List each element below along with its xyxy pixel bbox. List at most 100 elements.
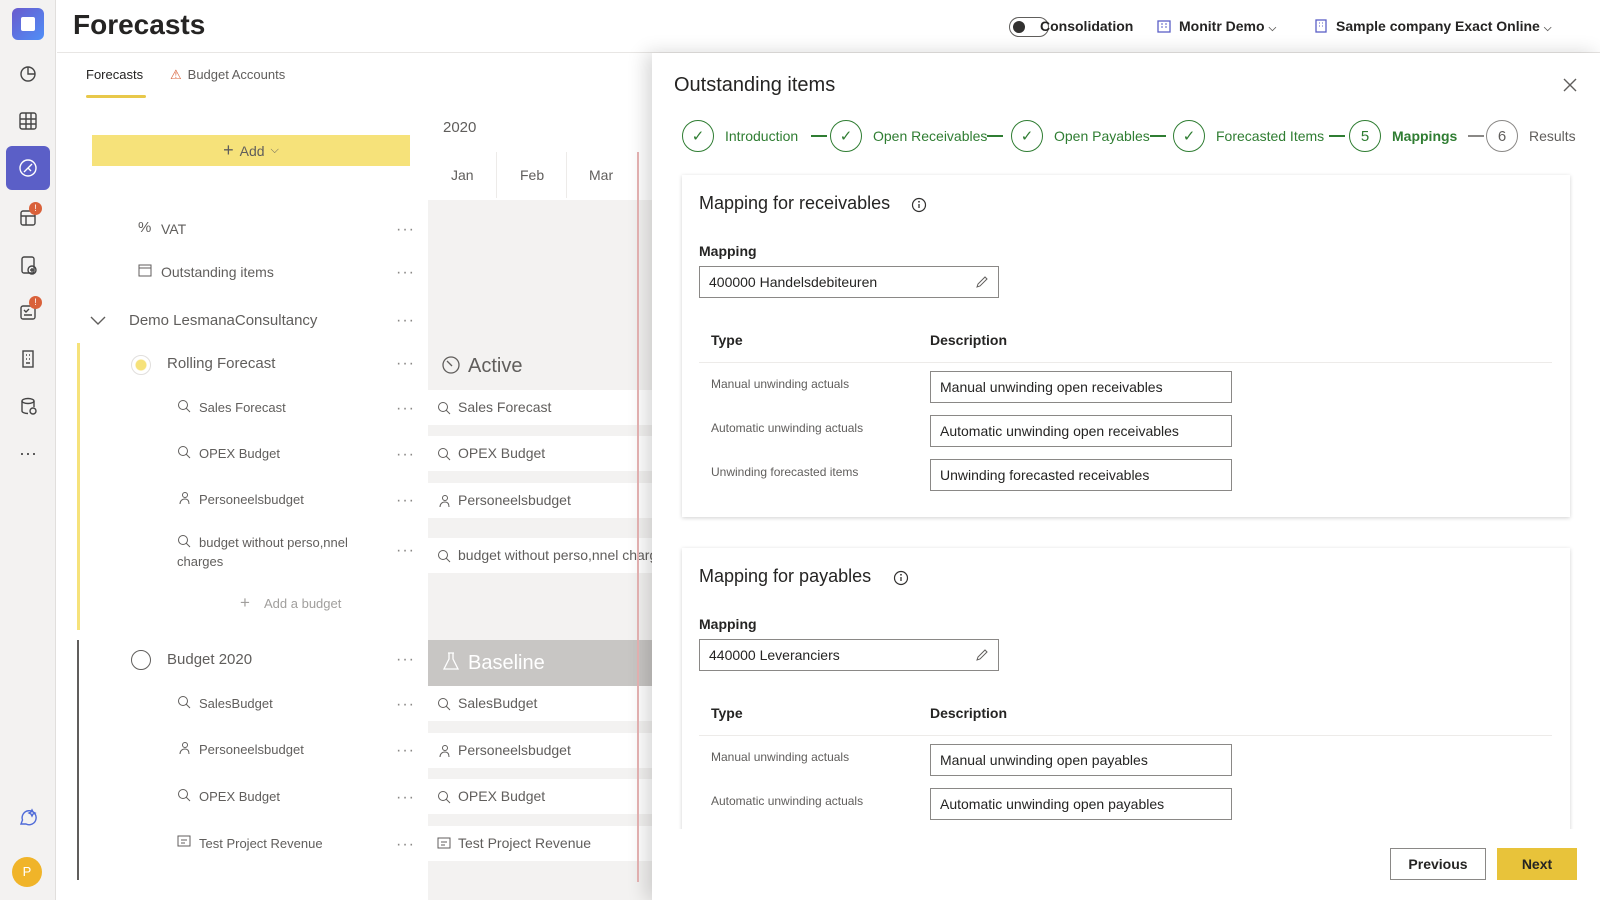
avatar[interactable]: P <box>12 857 42 887</box>
add-button[interactable]: + Add ⌵ <box>92 135 410 166</box>
budget-icon <box>438 402 451 415</box>
grid-icon[interactable] <box>6 99 50 143</box>
tree-item-label: Budget 2020 <box>167 651 253 668</box>
receivables-mapping-field[interactable]: 400000 Handelsdebiteuren <box>699 266 999 298</box>
column-header-type: Type <box>711 332 743 348</box>
payables-mapping-card: Mapping for payables Mapping 440000 Leve… <box>682 548 1570 848</box>
project-icon <box>437 837 451 849</box>
info-icon[interactable] <box>893 570 909 586</box>
calendar-icon <box>138 264 152 277</box>
more-options-icon[interactable]: ··· <box>396 542 415 560</box>
reports-icon[interactable]: ! <box>6 196 50 240</box>
step-mappings[interactable]: 5 Mappings <box>1349 119 1457 153</box>
type-cell: Automatic unwinding actuals <box>711 421 864 435</box>
more-options-icon[interactable]: ··· <box>396 742 415 760</box>
edit-icon[interactable] <box>974 274 990 290</box>
card-title: Mapping for receivables <box>699 193 891 213</box>
type-cell: Unwinding forecasted items <box>711 465 859 479</box>
budget-icon <box>438 448 451 461</box>
chat-ai-icon[interactable] <box>6 796 50 840</box>
more-options-icon[interactable]: ··· <box>396 492 415 510</box>
tree-item-label: Demo LesmanaConsultancy <box>129 312 318 329</box>
tree-item-label: Personeelsbudget <box>199 492 304 507</box>
top-bar: Forecasts Consolidation Monitr Demo ⌵ Sam… <box>57 0 1600 53</box>
tab-budget-accounts[interactable]: ⚠ Budget Accounts <box>170 67 285 83</box>
building-icon[interactable] <box>6 337 50 381</box>
close-icon[interactable] <box>1560 75 1580 95</box>
more-options-icon[interactable]: ··· <box>396 446 415 464</box>
step-open-receivables[interactable]: ✓ Open Receivables <box>830 119 987 153</box>
step-results[interactable]: 6 Results <box>1486 119 1576 153</box>
step-connector <box>1329 135 1345 137</box>
gantt-bar[interactable]: OPEX Budget <box>428 436 652 471</box>
type-cell: Automatic unwinding actuals <box>711 794 864 808</box>
column-header-description: Description <box>930 332 1008 348</box>
edit-icon[interactable] <box>974 647 990 663</box>
database-icon[interactable] <box>6 384 50 428</box>
gantt-bar[interactable]: Personeelsbudget <box>428 483 652 518</box>
workspace-name: Monitr Demo <box>1179 18 1265 34</box>
step-connector <box>1468 135 1484 137</box>
check-icon: ✓ <box>1173 120 1205 152</box>
chevron-down-icon: ⌵ <box>270 144 279 156</box>
person-icon <box>179 492 190 505</box>
tab-forecasts[interactable]: Forecasts <box>86 67 146 98</box>
description-input[interactable]: Automatic unwinding open receivables <box>930 415 1232 447</box>
description-input[interactable]: Automatic unwinding open payables <box>930 788 1232 820</box>
check-icon: ✓ <box>1011 120 1043 152</box>
more-options-icon[interactable]: ··· <box>396 264 415 282</box>
gantt-bar-label: OPEX Budget <box>458 445 546 461</box>
more-options-icon[interactable]: ··· <box>396 355 415 373</box>
gantt-bar[interactable]: Personeelsbudget <box>428 733 652 768</box>
more-icon[interactable]: ··· <box>6 431 50 475</box>
radio-selected-icon[interactable] <box>131 355 151 375</box>
description-input[interactable]: Unwinding forecasted receivables <box>930 459 1232 491</box>
payables-mapping-field[interactable]: 440000 Leveranciers <box>699 639 999 671</box>
app-logo-icon[interactable] <box>12 8 44 40</box>
consolidation-label: Consolidation <box>1040 18 1134 34</box>
more-options-icon[interactable]: ··· <box>396 221 415 239</box>
baseline-label: Baseline <box>468 652 545 674</box>
more-options-icon[interactable]: ··· <box>396 836 415 854</box>
chevron-down-icon[interactable] <box>90 314 106 328</box>
radio-icon[interactable] <box>131 650 151 670</box>
gantt-bar[interactable]: Test Project Revenue <box>428 826 652 861</box>
info-icon[interactable] <box>911 197 927 213</box>
month-label: Feb <box>520 167 545 183</box>
step-label: Open Receivables <box>873 128 988 144</box>
app-rail: ! ! ··· P <box>0 0 56 900</box>
gantt-bar[interactable]: Sales Forecast <box>428 390 652 425</box>
check-icon: ✓ <box>682 120 714 152</box>
more-options-icon[interactable]: ··· <box>396 696 415 714</box>
more-options-icon[interactable]: ··· <box>396 789 415 807</box>
step-forecasted-items[interactable]: ✓ Forecasted Items <box>1173 119 1324 153</box>
step-label: Results <box>1529 128 1576 144</box>
description-input[interactable]: Manual unwinding open payables <box>930 744 1232 776</box>
description-input[interactable]: Manual unwinding open receivables <box>930 371 1232 403</box>
more-options-icon[interactable]: ··· <box>396 312 415 330</box>
gantt-bar[interactable]: budget without perso,nnel charges <box>428 538 652 573</box>
workspace-selector[interactable]: Monitr Demo ⌵ <box>1179 18 1276 34</box>
percent-icon: % <box>138 219 152 236</box>
company-selector[interactable]: Sample company Exact Online ⌵ <box>1336 18 1551 34</box>
add-document-icon[interactable] <box>6 243 50 287</box>
tasks-icon[interactable]: ! <box>6 290 50 334</box>
gantt-bar-label: Personeelsbudget <box>458 742 571 758</box>
gantt-bar[interactable]: OPEX Budget <box>428 779 652 814</box>
gantt-bar[interactable]: SalesBudget <box>428 686 652 721</box>
previous-button[interactable]: Previous <box>1390 848 1486 880</box>
gantt-bar-label: SalesBudget <box>458 695 538 711</box>
step-introduction[interactable]: ✓ Introduction <box>682 119 798 153</box>
tree-item-label: OPEX Budget <box>199 446 280 461</box>
step-open-payables[interactable]: ✓ Open Payables <box>1011 119 1150 153</box>
next-button[interactable]: Next <box>1497 848 1577 880</box>
more-options-icon[interactable]: ··· <box>396 400 415 418</box>
more-options-icon[interactable]: ··· <box>396 651 415 669</box>
tree-item-label: SalesBudget <box>199 696 273 711</box>
tree-item-label: VAT <box>161 221 187 237</box>
forecast-icon[interactable] <box>6 146 50 190</box>
month-label: Mar <box>589 167 614 183</box>
budget-icon <box>178 400 191 413</box>
dashboard-icon[interactable] <box>6 52 50 96</box>
plus-icon: + <box>223 140 234 160</box>
